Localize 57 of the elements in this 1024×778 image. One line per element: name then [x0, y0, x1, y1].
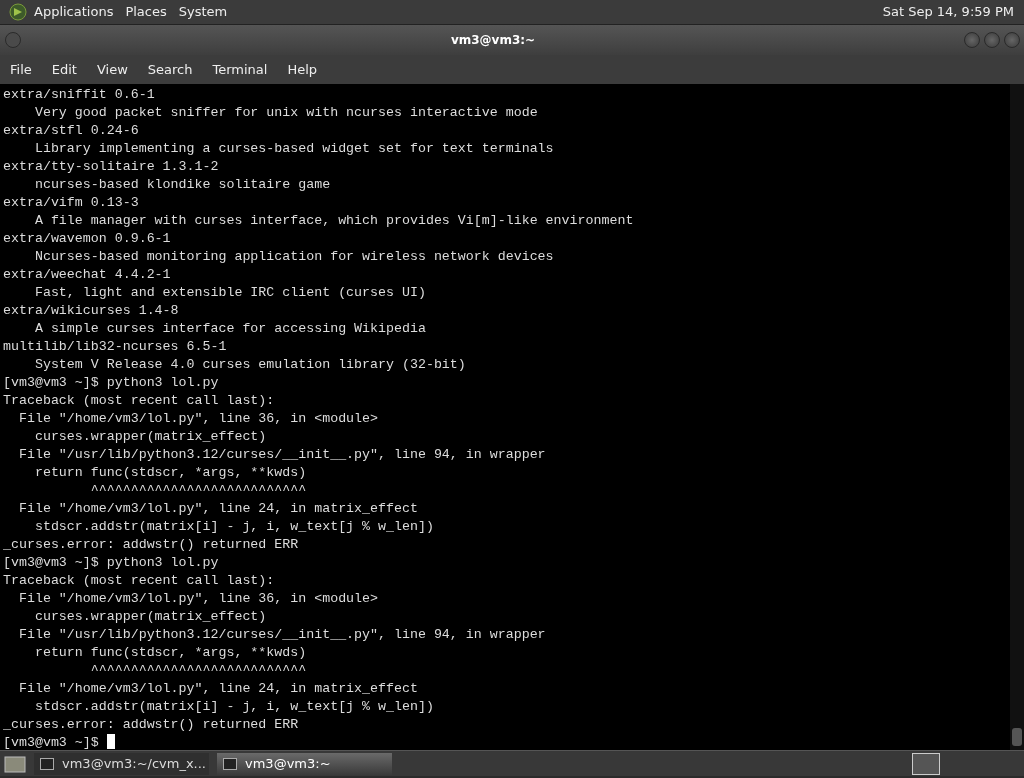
terminal-line: extra/vifm 0.13-3	[3, 194, 140, 212]
terminal-line: extra/tty-solitaire 1.3.1-2	[3, 158, 220, 176]
terminal-line: ^^^^^^^^^^^^^^^^^^^^^^^^^^^	[89, 482, 308, 500]
terminal-line: File "/home/vm3/lol.py", line 36, in <module>	[17, 410, 380, 428]
terminal-line: ncurses-based klondike solitaire game	[33, 176, 332, 194]
terminal-prompt: [vm3@vm3 ~]$	[3, 735, 99, 750]
terminal-line: A file manager with curses interface, which provides Vi[m]-like environment	[33, 212, 635, 230]
terminal-line: extra/weechat 4.4.2-1	[3, 266, 172, 284]
menu-item[interactable]: Edit	[41, 59, 87, 80]
taskbar-button[interactable]: vm3@vm3:~/cvm_x...	[34, 752, 209, 775]
terminal-line: return func(stdscr, *args, **kwds)	[33, 644, 308, 662]
menu-item[interactable]: Terminal	[202, 59, 278, 80]
terminal-line: Fast, light and extensible IRC client (curses UI)	[33, 284, 427, 302]
logo-icon[interactable]	[8, 2, 28, 22]
terminal-line: stdscr.addstr(matrix[i] - j, i, w_text[j % w_len])	[33, 698, 435, 716]
workspace-icon[interactable]	[912, 752, 940, 775]
terminal-line: extra/wikicurses 1.4-8	[3, 302, 180, 320]
terminal-line: return func(stdscr, *args, **kwds)	[33, 464, 308, 482]
terminal-line: extra/stfl 0.24-6	[3, 122, 140, 140]
terminal-line: System V Release 4.0 curses emulation library (32-bit)	[33, 356, 467, 374]
terminal-line: extra/wavemon 0.9.6-1	[3, 230, 172, 248]
terminal-line: Traceback (most recent call last):	[3, 392, 276, 410]
terminal-line: Library implementing a curses-based widget set for text terminals	[33, 140, 555, 158]
terminal-line: Ncurses-based monitoring application for wireless network devices	[33, 248, 555, 266]
panel-menu[interactable]: Applications	[28, 2, 120, 22]
terminal-line: multilib/lib32-ncurses 6.5-1	[3, 338, 228, 356]
terminal-line: curses.wrapper(matrix_effect)	[33, 428, 268, 446]
terminal-line: [vm3@vm3 ~]$ python3 lol.py	[3, 374, 220, 392]
menu-item[interactable]: Help	[277, 59, 328, 80]
menu-item[interactable]: View	[86, 59, 138, 80]
cursor	[106, 734, 115, 749]
menu-item[interactable]: Search	[137, 59, 203, 80]
desktop-icon[interactable]	[4, 753, 26, 774]
terminal-line: [vm3@vm3 ~]$ python3 lol.py	[3, 554, 220, 572]
panel-menu[interactable]: Places	[119, 2, 173, 22]
terminal-line: stdscr.addstr(matrix[i] - j, i, w_text[j % w_len])	[33, 518, 435, 536]
terminal-line: Traceback (most recent call last):	[3, 572, 276, 590]
terminal-line: ^^^^^^^^^^^^^^^^^^^^^^^^^^^	[89, 662, 308, 680]
taskbar-button[interactable]: vm3@vm3:~	[217, 752, 392, 775]
menu-item[interactable]: File	[0, 59, 42, 80]
terminal-icon	[40, 757, 54, 770]
terminal-line: extra/sniffit 0.6-1	[3, 86, 156, 104]
window-title: vm3@vm3:~	[450, 32, 536, 49]
terminal-line: File "/home/vm3/lol.py", line 36, in <module>	[17, 590, 380, 608]
terminal-icon	[223, 757, 237, 770]
terminal-line: A simple curses interface for accessing Wikipedia	[33, 320, 427, 338]
terminal-line: _curses.error: addwstr() returned ERR	[3, 536, 300, 554]
terminal-line: Very good packet sniffer for unix with ncurses interactive mode	[33, 104, 539, 122]
panel-menu[interactable]: System	[172, 2, 234, 22]
terminal-line: File "/usr/lib/python3.12/curses/__init__.py", line 94, in wrapper	[17, 446, 547, 464]
terminal-line: _curses.error: addwstr() returned ERR	[3, 716, 300, 734]
terminal-line: File "/home/vm3/lol.py", line 24, in matrix_effect	[17, 680, 419, 698]
clock[interactable]: Sat Sep 14, 9:59 PM	[876, 2, 1020, 22]
scrollbar-thumb[interactable]	[1012, 728, 1022, 746]
terminal-line: File "/home/vm3/lol.py", line 24, in matrix_effect	[17, 500, 419, 518]
terminal-line: curses.wrapper(matrix_effect)	[33, 608, 268, 626]
terminal-line: File "/usr/lib/python3.12/curses/__init__.py", line 94, in wrapper	[17, 626, 547, 644]
